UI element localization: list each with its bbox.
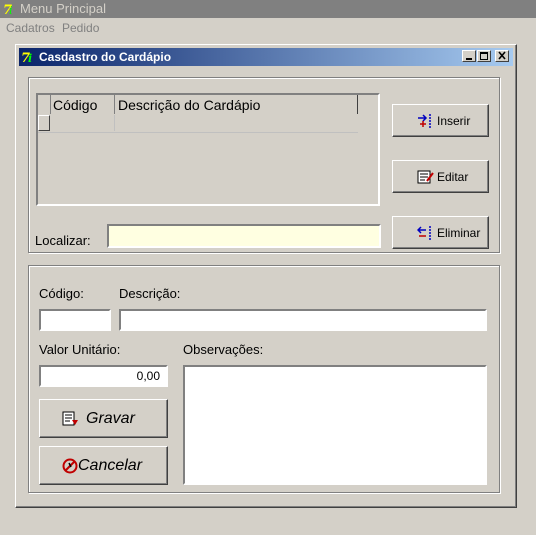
minimize-icon bbox=[466, 58, 472, 60]
edit-icon bbox=[417, 170, 434, 184]
edit-button-label: Editar bbox=[437, 170, 469, 184]
svg-text:i: i bbox=[9, 4, 13, 17]
delete-button-label: Eliminar bbox=[437, 226, 481, 240]
cardapio-grid[interactable]: Código Descrição do Cardápio bbox=[36, 93, 380, 206]
insert-icon bbox=[418, 114, 431, 128]
grid-column-divider bbox=[357, 95, 358, 114]
details-group: Código: Descrição: Valor Unitário: Obser… bbox=[28, 265, 500, 493]
grid-column-divider bbox=[114, 95, 115, 114]
minimize-button[interactable] bbox=[462, 50, 476, 62]
menu-bar: Cadatros Pedido bbox=[0, 18, 536, 38]
insert-button-label: Inserir bbox=[437, 114, 471, 128]
cancel-button[interactable]: Cancelar bbox=[39, 446, 168, 485]
cancel-button-label: Cancelar bbox=[78, 457, 143, 474]
edit-button[interactable]: Editar bbox=[392, 160, 489, 193]
form-title-bar[interactable]: 7 i Casdastro do Cardápio bbox=[19, 48, 513, 66]
grid-header: Código Descrição do Cardápio bbox=[38, 95, 358, 116]
notes-field[interactable] bbox=[183, 365, 487, 485]
insert-button[interactable]: Inserir bbox=[392, 104, 489, 137]
unit-price-label: Valor Unitário: bbox=[39, 342, 121, 357]
table-row[interactable] bbox=[38, 115, 358, 133]
delete-button[interactable]: Eliminar bbox=[392, 216, 489, 249]
grid-cell-divider bbox=[114, 115, 115, 131]
grid-indicator-header bbox=[38, 95, 51, 114]
app-title-bar: 7 i Menu Principal bbox=[0, 0, 536, 18]
description-field[interactable] bbox=[119, 309, 487, 331]
app-logo-icon: 7 i bbox=[2, 1, 18, 17]
maximize-button[interactable] bbox=[477, 50, 491, 62]
grid-column-descricao[interactable]: Descrição do Cardápio bbox=[118, 97, 260, 113]
menu-item-pedido[interactable]: Pedido bbox=[62, 21, 99, 35]
code-label: Código: bbox=[39, 286, 84, 301]
save-icon bbox=[62, 411, 78, 426]
notes-label: Observações: bbox=[183, 342, 264, 357]
grid-column-codigo[interactable]: Código bbox=[53, 97, 97, 113]
search-input[interactable] bbox=[107, 224, 381, 248]
code-field[interactable] bbox=[39, 309, 111, 331]
form-logo-icon: 7 i bbox=[21, 51, 32, 65]
close-icon bbox=[498, 51, 506, 60]
save-button-label: Gravar bbox=[86, 410, 135, 427]
list-group: Código Descrição do Cardápio Localizar: … bbox=[28, 77, 500, 253]
maximize-icon bbox=[480, 52, 488, 60]
save-button[interactable]: Gravar bbox=[39, 399, 168, 438]
row-indicator bbox=[38, 115, 50, 131]
delete-icon bbox=[417, 226, 431, 240]
menu-item-cadastros[interactable]: Cadatros bbox=[6, 21, 55, 35]
unit-price-field[interactable]: 0,00 bbox=[39, 365, 168, 387]
search-label: Localizar: bbox=[35, 233, 91, 248]
form-title: Casdastro do Cardápio bbox=[39, 50, 172, 64]
cardapio-form-window: 7 i Casdastro do Cardápio Código Descriç… bbox=[15, 44, 517, 508]
description-label: Descrição: bbox=[119, 286, 181, 301]
close-button[interactable] bbox=[495, 50, 509, 62]
svg-text:i: i bbox=[28, 52, 32, 65]
app-title: Menu Principal bbox=[20, 1, 106, 16]
